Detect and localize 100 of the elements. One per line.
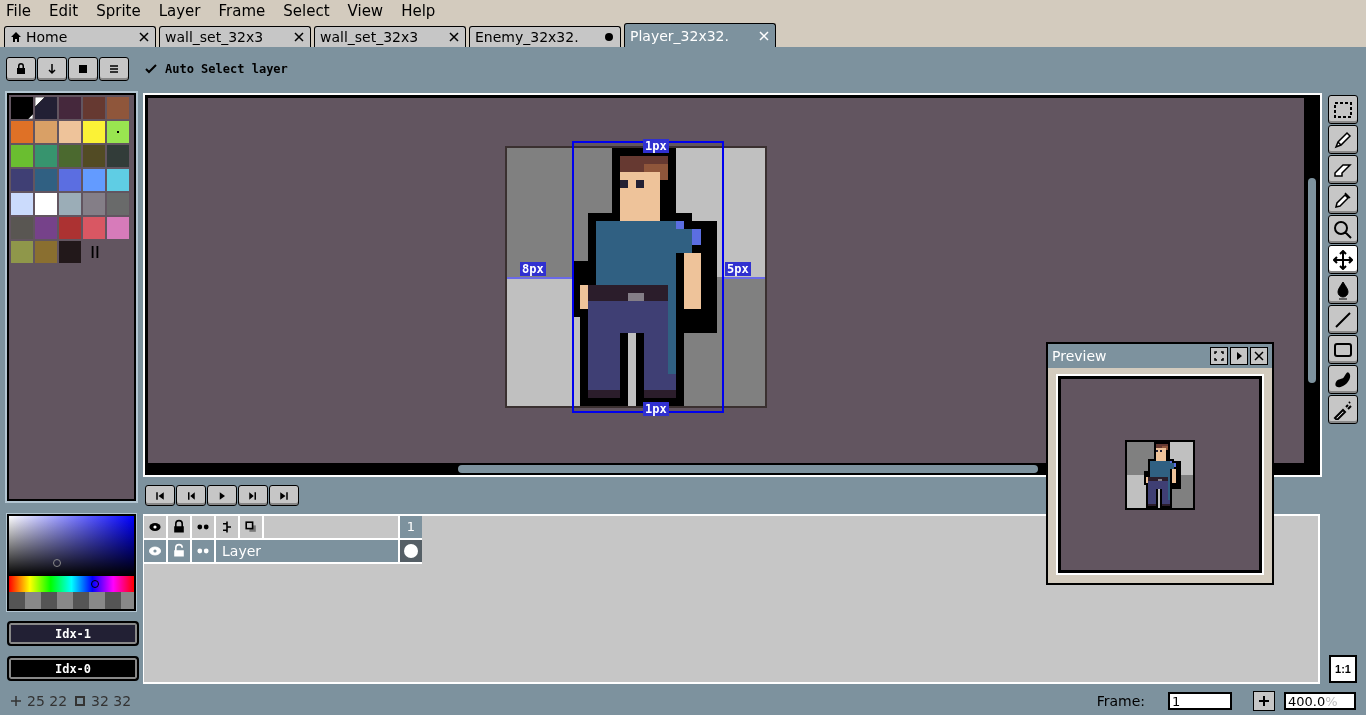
first-icon <box>154 489 166 502</box>
toolbar-button[interactable] <box>99 57 129 81</box>
zoom-icon <box>1333 219 1353 240</box>
color-swatch[interactable] <box>83 169 105 191</box>
menu-item[interactable]: Help <box>401 2 436 20</box>
document-tab[interactable]: wall_set_32x3 <box>314 26 466 47</box>
menu-item[interactable]: File <box>6 2 32 20</box>
menu-item[interactable]: Layer <box>158 2 201 20</box>
toolbar-button[interactable] <box>68 57 98 81</box>
sprite-size: 32 32 <box>91 693 132 709</box>
close-icon <box>1254 351 1264 361</box>
distance-tooltip: 1px <box>643 402 669 416</box>
frame-input[interactable]: 1 <box>1168 692 1232 710</box>
move-tool-button[interactable] <box>1328 245 1358 274</box>
color-swatch[interactable] <box>107 97 129 119</box>
color-swatch[interactable] <box>11 121 33 143</box>
toolbar-button[interactable] <box>6 57 36 81</box>
color-swatch[interactable] <box>35 217 57 239</box>
document-tab[interactable]: Home <box>4 26 156 47</box>
lock-icon <box>15 63 27 75</box>
pencil-tool-button[interactable] <box>1328 125 1358 154</box>
square-icon <box>77 63 89 75</box>
color-picker[interactable] <box>7 514 136 611</box>
color-swatch[interactable] <box>83 121 105 143</box>
color-swatch[interactable] <box>107 145 129 167</box>
document-tab[interactable]: Enemy_32x32. <box>469 26 621 47</box>
playback-button[interactable] <box>269 485 299 506</box>
contour-tool-button[interactable] <box>1328 365 1358 394</box>
close-button[interactable] <box>1250 347 1268 365</box>
color-swatch[interactable] <box>107 121 129 143</box>
color-button[interactable]: Idx-0 <box>7 656 139 681</box>
close-icon[interactable] <box>293 31 305 43</box>
color-swatch[interactable] <box>83 193 105 215</box>
crosshair-icon <box>10 695 22 707</box>
playback-button[interactable] <box>176 485 206 506</box>
marquee-icon <box>1333 99 1353 120</box>
move-icon <box>1333 249 1353 270</box>
line-tool-button[interactable] <box>1328 305 1358 334</box>
menu-item[interactable]: Sprite <box>96 2 141 20</box>
color-swatch[interactable] <box>11 169 33 191</box>
resize-grip-icon[interactable] <box>91 246 99 258</box>
color-swatch[interactable] <box>83 97 105 119</box>
color-swatch[interactable] <box>59 169 81 191</box>
next-icon <box>247 489 259 502</box>
add-frame-button[interactable] <box>1253 691 1275 711</box>
bucket-tool-button[interactable] <box>1328 275 1358 304</box>
color-swatch[interactable] <box>35 145 57 167</box>
preview-title: Preview <box>1052 348 1108 364</box>
scrollbar[interactable] <box>458 465 1038 473</box>
close-icon[interactable] <box>138 31 150 43</box>
checkbox[interactable] <box>145 63 157 75</box>
color-swatch[interactable] <box>35 169 57 191</box>
eraser-tool-button[interactable] <box>1328 155 1358 184</box>
color-swatch[interactable] <box>59 121 81 143</box>
playback-button[interactable] <box>207 485 237 506</box>
color-swatch[interactable] <box>35 97 57 119</box>
line-icon <box>1333 309 1353 330</box>
color-swatch[interactable] <box>11 241 33 263</box>
play-button[interactable] <box>1230 347 1248 365</box>
color-swatch[interactable] <box>59 145 81 167</box>
actual-size-button[interactable]: 1:1 <box>1329 655 1357 683</box>
rectangle-tool-button[interactable] <box>1328 335 1358 364</box>
color-swatch[interactable] <box>83 145 105 167</box>
color-swatch[interactable] <box>35 121 57 143</box>
color-swatch[interactable] <box>11 193 33 215</box>
color-swatch[interactable] <box>83 217 105 239</box>
document-tab[interactable]: wall_set_32x3 <box>159 26 311 47</box>
color-button[interactable]: Idx-1 <box>7 621 139 646</box>
spray-tool-button[interactable] <box>1328 395 1358 424</box>
scrollbar[interactable] <box>1308 178 1316 383</box>
color-swatch[interactable] <box>35 241 57 263</box>
marquee-tool-button[interactable] <box>1328 95 1358 124</box>
color-swatch[interactable] <box>59 193 81 215</box>
fullscreen-button[interactable] <box>1210 347 1228 365</box>
playback-button[interactable] <box>145 485 175 506</box>
playback-button[interactable] <box>238 485 268 506</box>
menu-item[interactable]: Select <box>283 2 330 20</box>
zoom-tool-button[interactable] <box>1328 215 1358 244</box>
toolbar-button[interactable] <box>37 57 67 81</box>
color-swatch[interactable] <box>59 241 81 263</box>
color-swatch[interactable] <box>35 193 57 215</box>
color-swatch[interactable] <box>107 169 129 191</box>
close-icon[interactable] <box>448 31 460 43</box>
color-swatch[interactable] <box>59 97 81 119</box>
contour-icon <box>1333 369 1353 390</box>
zoom-input[interactable]: 400.0% <box>1284 692 1356 710</box>
play-icon <box>1234 351 1244 361</box>
eyedropper-tool-button[interactable] <box>1328 185 1358 214</box>
auto-select-label: Auto Select layer <box>165 62 288 76</box>
color-swatch[interactable] <box>107 217 129 239</box>
distance-tooltip: 1px <box>643 139 669 153</box>
link-dots-icon[interactable] <box>192 540 216 564</box>
fullscreen-icon <box>1214 351 1224 361</box>
color-swatch[interactable] <box>59 217 81 239</box>
color-swatch[interactable] <box>11 145 33 167</box>
menu-item[interactable]: Edit <box>49 2 79 20</box>
menu-item[interactable]: View <box>347 2 384 20</box>
down-icon <box>46 63 58 75</box>
menu-item[interactable]: Frame <box>218 2 266 20</box>
color-swatch[interactable] <box>11 97 33 119</box>
